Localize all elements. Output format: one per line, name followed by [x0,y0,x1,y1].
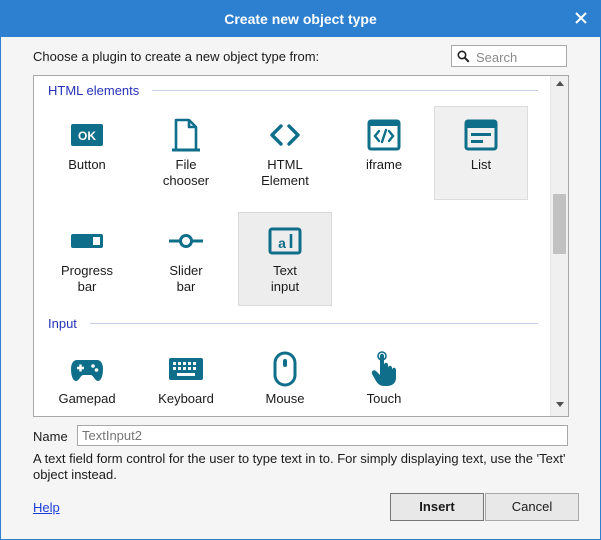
code-brackets-icon [270,124,300,146]
svg-text:a: a [278,235,286,251]
dialog-title: Create new object type [224,11,377,27]
mouse-icon [273,351,297,387]
plugin-label: Slider bar [169,263,203,294]
plugin-tile-list[interactable]: List [434,106,528,200]
ok-button-icon: OK [71,124,103,146]
plugin-label: Progress bar [60,263,114,294]
section-title-html-elements: HTML elements [48,83,140,98]
section-title-input: Input [48,316,77,331]
svg-text:OK: OK [78,129,96,143]
plugin-description: A text field form control for the user t… [33,451,566,482]
plugin-tile-progress-bar[interactable]: Progress bar [40,212,134,306]
scroll-down-arrow-icon[interactable] [556,402,564,408]
code-window-icon [367,119,401,151]
plugin-tile-file-chooser[interactable]: File chooser [139,106,233,200]
section-divider [90,323,538,324]
create-object-dialog: Create new object type Choose a plugin t… [0,0,601,540]
plugin-tile-mouse[interactable]: Mouse [238,340,332,416]
touch-hand-icon [371,351,396,386]
keyboard-icon [169,358,203,380]
plugin-tile-iframe[interactable]: iframe [337,106,431,200]
plugin-label: iframe [365,157,403,172]
scrollbar-thumb[interactable] [553,194,566,254]
plugin-label: Text input [270,263,300,294]
search-input[interactable] [474,48,566,66]
cancel-button[interactable]: Cancel [485,493,579,521]
insert-button[interactable]: Insert [390,493,484,521]
slider-icon [169,234,203,248]
help-link[interactable]: Help [33,500,60,515]
list-scrollbar[interactable] [550,76,568,416]
plugin-label: Keyboard [158,391,214,406]
plugin-label: Gamepad [58,391,116,406]
name-input[interactable] [77,425,568,446]
plugin-label: List [470,157,492,172]
progress-bar-icon [71,234,103,248]
search-icon [457,50,470,63]
scroll-up-arrow-icon[interactable] [556,80,564,86]
plugin-label: Mouse [265,391,305,406]
close-icon[interactable] [572,9,590,27]
text-input-icon: a [268,227,302,255]
plugin-list[interactable]: HTML elements OK Button File chooser HTM [33,75,569,417]
plugin-tile-touch[interactable]: Touch [337,340,431,416]
plugin-label: File chooser [162,157,210,188]
plugin-tile-gamepad[interactable]: Gamepad [40,340,134,416]
search-box[interactable] [451,45,567,67]
plugin-tile-html-element[interactable]: HTML Element [238,106,332,200]
file-icon [172,118,200,152]
plugin-tile-text-input[interactable]: a Text input [238,212,332,306]
plugin-label: Touch [366,391,402,406]
dialog-prompt: Choose a plugin to create a new object t… [33,49,320,64]
plugin-tile-slider-bar[interactable]: Slider bar [139,212,233,306]
plugin-tile-button[interactable]: OK Button [40,106,134,200]
plugin-tile-keyboard[interactable]: Keyboard [139,340,233,416]
name-label: Name [33,429,68,444]
gamepad-icon [71,360,103,381]
plugin-label: HTML Element [261,157,309,188]
title-bar[interactable]: Create new object type [1,1,600,37]
plugin-label: Button [68,157,106,172]
section-divider [152,90,538,91]
list-window-icon [464,119,498,151]
